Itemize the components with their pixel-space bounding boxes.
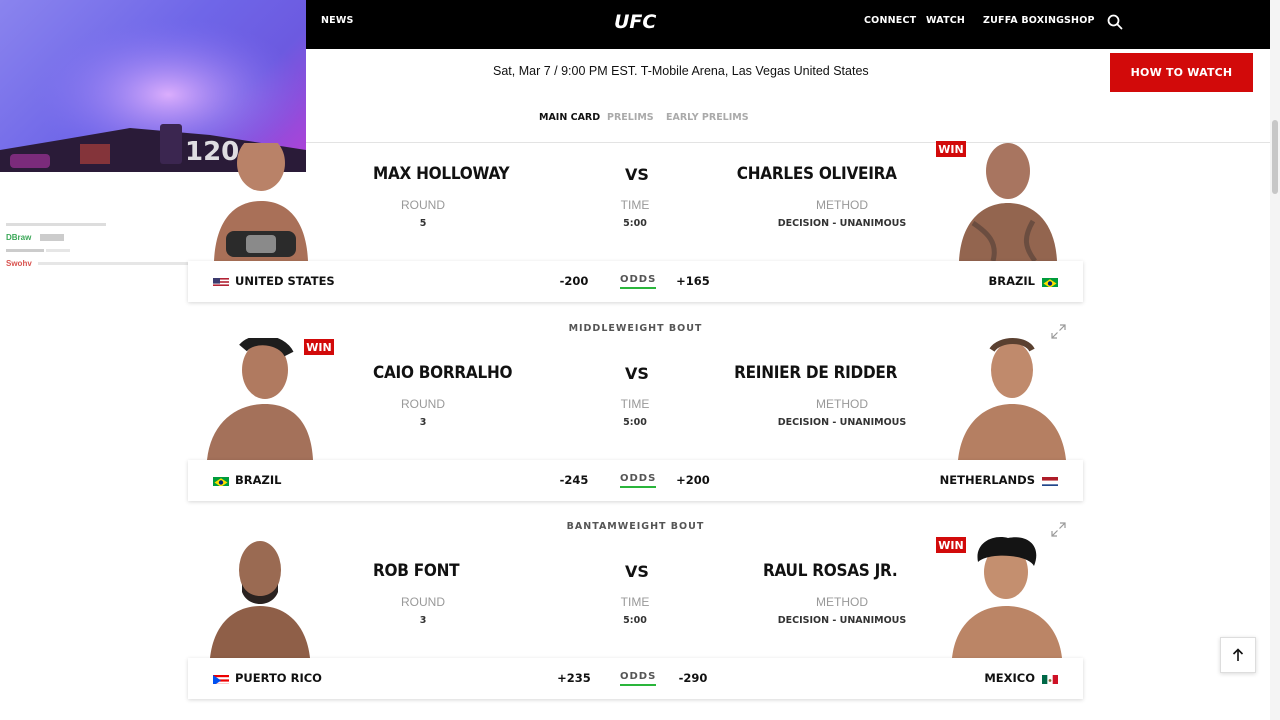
fighter-photo-red[interactable] (206, 143, 316, 261)
scrollbar-track[interactable] (1270, 0, 1280, 720)
event-info: Sat, Mar 7 / 9:00 PM EST. T-Mobile Arena… (493, 64, 869, 78)
arrow-up-icon (1232, 648, 1244, 661)
win-badge: WIN (304, 339, 334, 355)
fighter-photo-red[interactable] (203, 338, 315, 460)
odds-blue: +200 (676, 473, 710, 487)
fighter-name-blue[interactable]: RAUL ROSAS JR. (763, 561, 898, 581)
round-value: 5 (419, 218, 427, 229)
how-to-watch-button[interactable]: HOW TO WATCH (1110, 53, 1253, 92)
country-blue: MEXICO (984, 671, 1035, 685)
fighter-photo-blue[interactable] (953, 143, 1063, 261)
vs-label: VS (625, 562, 649, 581)
time-value: 5:00 (623, 417, 647, 428)
chat-username: Swohv (6, 259, 32, 268)
flag-icon-mexico (1042, 673, 1058, 684)
method-value: DECISION - UNANIMOUS (777, 218, 907, 229)
odds-bar: PUERTO RICO +235 ODDS -290 MEXICO (188, 658, 1083, 699)
chat-line: DBraw (6, 233, 206, 246)
top-navigation: NEWS UFC CONNECT WATCH ZUFFA BOXING SHOP (306, 0, 1280, 49)
country-red: PUERTO RICO (235, 671, 322, 685)
fighter-name-blue[interactable]: CHARLES OLIVEIRA (737, 164, 897, 184)
vs-label: VS (625, 364, 649, 383)
chat-username: DBraw (6, 233, 32, 242)
fighter-name-blue[interactable]: REINIER DE RIDDER (734, 363, 897, 383)
odds-label[interactable]: ODDS (620, 274, 657, 289)
tab-main-card[interactable]: MAIN CARD (539, 112, 600, 123)
time-value: 5:00 (623, 218, 647, 229)
country-blue: NETHERLANDS (939, 473, 1035, 487)
odds-bar: BRAZIL -245 ODDS +200 NETHERLANDS (188, 460, 1083, 501)
flag-icon-puerto-rico (213, 673, 229, 684)
method-label: METHOD (816, 595, 868, 609)
country-red: BRAZIL (235, 473, 282, 487)
time-label: TIME (620, 397, 650, 411)
tab-prelims[interactable]: PRELIMS (607, 112, 654, 123)
expand-icon[interactable] (1051, 324, 1066, 339)
ufc-logo[interactable]: UFC (614, 11, 656, 33)
chat-line (6, 220, 206, 233)
method-label: METHOD (816, 198, 868, 212)
fight-card: MIDDLEWEIGHT BOUT WIN CAIO BORRALHO VS R… (188, 322, 1083, 502)
odds-label[interactable]: ODDS (620, 473, 657, 488)
fighter-photo-blue[interactable] (956, 338, 1068, 460)
odds-red: -245 (559, 473, 589, 487)
fight-card: BANTAMWEIGHT BOUT ROB FONT VS RAUL ROSAS… (188, 520, 1083, 700)
weight-class-label: MIDDLEWEIGHT BOUT (568, 323, 703, 334)
flag-icon-brazil (1042, 276, 1058, 287)
nav-zuffa-boxing-link[interactable]: ZUFFA BOXING (983, 15, 1064, 26)
scrollbar-thumb[interactable] (1272, 120, 1278, 194)
weight-class-label: BANTAMWEIGHT BOUT (566, 521, 705, 532)
search-icon[interactable] (1107, 14, 1123, 30)
method-value: DECISION - UNANIMOUS (777, 615, 907, 626)
odds-blue: +165 (676, 274, 710, 288)
flag-icon-netherlands (1042, 475, 1058, 486)
chat-line: Swohv (6, 259, 206, 272)
round-label: ROUND (401, 595, 445, 609)
odds-red: +235 (557, 671, 591, 685)
flag-icon-usa (213, 276, 229, 287)
flag-icon-brazil (213, 475, 229, 486)
time-label: TIME (620, 595, 650, 609)
nav-watch-link[interactable]: WATCH (926, 15, 965, 26)
nav-news-link[interactable]: NEWS (321, 15, 354, 26)
round-value: 3 (419, 615, 427, 626)
odds-bar: UNITED STATES -200 ODDS +165 BRAZIL (188, 261, 1083, 302)
country-red: UNITED STATES (235, 274, 335, 288)
round-label: ROUND (401, 198, 445, 212)
nav-shop-link[interactable]: SHOP (1064, 15, 1095, 26)
time-label: TIME (620, 198, 650, 212)
vs-label: VS (625, 165, 649, 184)
fighter-photo-red[interactable] (208, 536, 312, 658)
time-value: 5:00 (623, 615, 647, 626)
fighter-name-red[interactable]: MAX HOLLOWAY (373, 164, 510, 184)
round-value: 3 (419, 417, 427, 428)
fighter-name-red[interactable]: ROB FONT (373, 561, 460, 581)
fighter-name-red[interactable]: CAIO BORRALHO (373, 363, 512, 383)
fight-card: MAX HOLLOWAY VS CHARLES OLIVEIRA ROUND 5… (188, 141, 1083, 303)
round-label: ROUND (401, 397, 445, 411)
method-label: METHOD (816, 397, 868, 411)
fighter-photo-blue[interactable] (948, 536, 1066, 658)
expand-icon[interactable] (1051, 522, 1066, 537)
odds-label[interactable]: ODDS (620, 671, 657, 686)
country-blue: BRAZIL (988, 274, 1035, 288)
chat-line (6, 246, 206, 259)
method-value: DECISION - UNANIMOUS (777, 417, 907, 428)
nav-connect-link[interactable]: CONNECT (864, 15, 916, 26)
odds-blue: -290 (678, 671, 708, 685)
stream-chat: DBraw Swohv (6, 220, 206, 272)
back-to-top-button[interactable] (1220, 637, 1256, 673)
odds-red: -200 (559, 274, 589, 288)
tab-early-prelims[interactable]: EARLY PRELIMS (666, 112, 749, 123)
